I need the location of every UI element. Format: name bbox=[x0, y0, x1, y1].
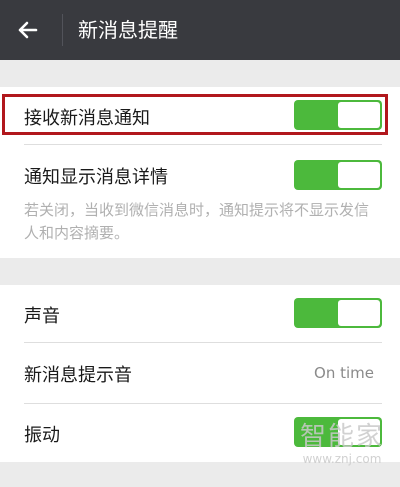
setting-row-ringtone[interactable]: 新消息提示音 On time bbox=[0, 343, 400, 403]
back-button[interactable] bbox=[12, 14, 44, 46]
setting-description: 若关闭，当收到微信消息时，通知提示将不显示发信人和内容摘要。 bbox=[24, 201, 370, 242]
toggle-knob bbox=[338, 162, 380, 188]
setting-label: 声音 bbox=[24, 306, 60, 327]
watermark: 智能家 www.znj.com bbox=[294, 422, 390, 466]
ringtone-value: On time bbox=[314, 364, 374, 382]
setting-row-show-message-detail[interactable]: 通知显示消息详情 若关闭，当收到微信消息时，通知提示将不显示发信人和内容摘要。 bbox=[0, 145, 400, 258]
show-message-detail-toggle[interactable] bbox=[294, 160, 382, 190]
arrow-left-icon bbox=[18, 21, 38, 39]
page-title: 新消息提醒 bbox=[78, 18, 178, 42]
section-gap bbox=[0, 60, 400, 87]
header-divider bbox=[62, 14, 63, 46]
section-gap bbox=[0, 258, 400, 285]
receive-new-message-toggle[interactable] bbox=[294, 100, 382, 130]
watermark-url: www.znj.com bbox=[302, 452, 382, 466]
setting-label: 新消息提示音 bbox=[24, 365, 132, 386]
toggle-knob bbox=[338, 300, 380, 326]
setting-label: 振动 bbox=[24, 425, 60, 446]
setting-row-sound[interactable]: 声音 bbox=[0, 285, 400, 342]
setting-row-receive-new-message[interactable]: 接收新消息通知 bbox=[0, 87, 400, 144]
sound-toggle[interactable] bbox=[294, 298, 382, 328]
setting-label: 通知显示消息详情 bbox=[24, 167, 168, 188]
setting-label: 接收新消息通知 bbox=[24, 108, 150, 129]
toggle-knob bbox=[338, 102, 380, 128]
watermark-logo: 智能家 bbox=[299, 422, 384, 452]
app-header: 新消息提醒 bbox=[0, 0, 400, 60]
